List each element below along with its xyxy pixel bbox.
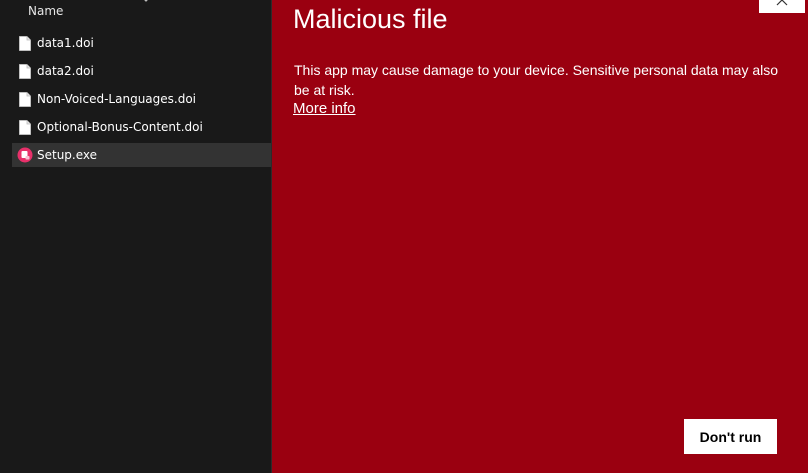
file-list: data1.doi data2.doi Non-Voiced-Languages… — [12, 31, 271, 171]
warning-message: This app may cause damage to your device… — [294, 62, 779, 98]
installer-icon — [17, 147, 33, 163]
document-icon — [17, 119, 33, 135]
file-row[interactable]: Non-Voiced-Languages.doi — [12, 87, 271, 111]
close-button[interactable] — [759, 0, 805, 13]
sort-caret-icon — [144, 0, 148, 2]
file-name: Optional-Bonus-Content.doi — [37, 120, 203, 134]
file-row[interactable]: data2.doi — [12, 59, 271, 83]
document-icon — [17, 35, 33, 51]
file-row-selected[interactable]: Setup.exe — [12, 143, 271, 167]
file-name: Setup.exe — [37, 148, 98, 162]
name-column-header[interactable]: Name — [0, 0, 271, 24]
file-explorer-pane: Name data1.doi data2.doi Non-Voiced-Lang… — [0, 0, 271, 473]
warning-title: Malicious file — [293, 4, 448, 34]
file-name: Non-Voiced-Languages.doi — [37, 92, 197, 106]
smartscreen-warning-panel: Malicious file This app may cause damage… — [272, 0, 808, 473]
name-column-label: Name — [28, 4, 64, 18]
more-info-link[interactable]: More info — [293, 100, 356, 117]
document-icon — [17, 91, 33, 107]
dont-run-button[interactable]: Don't run — [684, 419, 777, 454]
close-icon — [776, 0, 788, 6]
file-name: data2.doi — [37, 64, 94, 78]
file-row[interactable]: Optional-Bonus-Content.doi — [12, 115, 271, 139]
file-row[interactable]: data1.doi — [12, 31, 271, 55]
file-name: data1.doi — [37, 36, 94, 50]
document-icon — [17, 63, 33, 79]
